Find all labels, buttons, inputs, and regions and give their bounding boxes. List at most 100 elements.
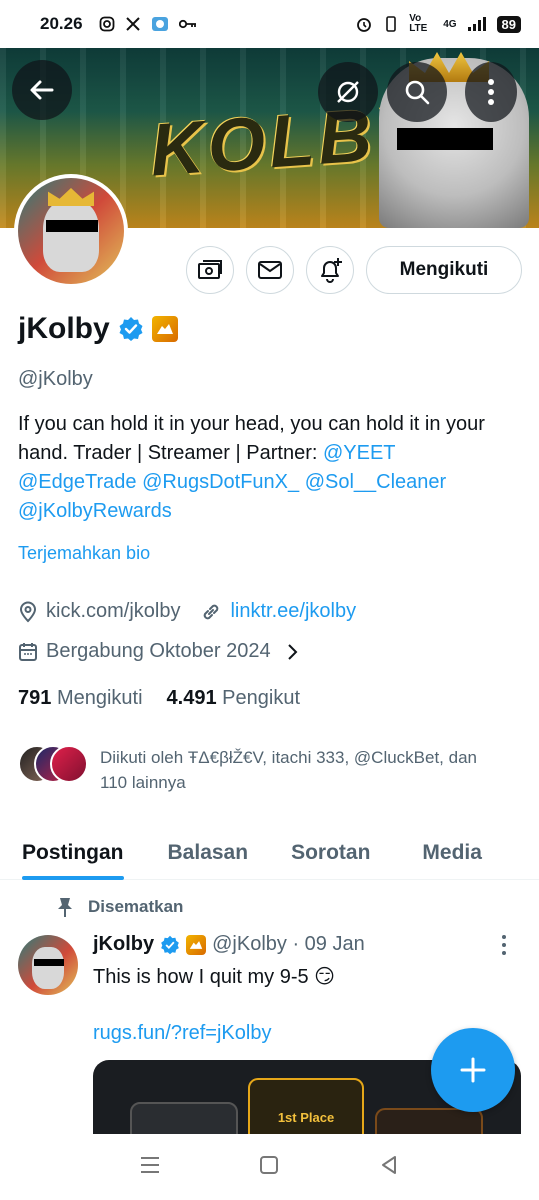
profile-name-row: jKolby bbox=[18, 312, 178, 346]
media-card-left bbox=[130, 1102, 238, 1134]
affiliate-badge-icon bbox=[186, 934, 207, 955]
follower-avatar bbox=[50, 745, 88, 783]
following-button[interactable]: Mengikuti bbox=[366, 246, 522, 294]
post-meta: @jKolby · 09 Jan bbox=[212, 933, 365, 955]
arrow-left-icon bbox=[30, 80, 54, 100]
x-app-icon bbox=[125, 17, 140, 31]
status-system-icons: Vo LTE 4G 89 bbox=[355, 14, 521, 34]
pinned-label: Disematkan bbox=[88, 897, 184, 916]
tab-replies[interactable]: Balasan bbox=[168, 820, 249, 879]
envelope-icon bbox=[258, 261, 282, 279]
network-label: 4G bbox=[443, 18, 457, 30]
compose-post-button[interactable] bbox=[431, 1028, 515, 1112]
profile-links-row: kick.com/jkolby linktr.ee/jkolby bbox=[18, 600, 356, 623]
follow-stats: 791 Mengikuti 4.491 Pengikut bbox=[18, 687, 300, 710]
pinned-indicator: Disematkan bbox=[56, 896, 183, 918]
post-text: This is how I quit my 9-5 😏 bbox=[93, 966, 336, 988]
followers-stat[interactable]: 4.491 Pengikut bbox=[167, 687, 300, 710]
recent-apps-button[interactable] bbox=[139, 1155, 161, 1180]
bio-mention-yeet[interactable]: @YEET bbox=[323, 442, 395, 464]
following-count: 791 bbox=[18, 687, 52, 709]
instagram-icon bbox=[99, 16, 114, 32]
verified-badge-icon[interactable] bbox=[118, 316, 144, 342]
post-avatar-glasses bbox=[34, 959, 64, 966]
grok-button[interactable] bbox=[318, 62, 378, 122]
status-time: 20.26 bbox=[40, 14, 83, 33]
display-name: jKolby bbox=[18, 312, 110, 345]
following-stat[interactable]: 791 Mengikuti bbox=[18, 687, 143, 710]
chevron-right-icon bbox=[287, 643, 298, 660]
vibrate-icon bbox=[386, 16, 396, 32]
avatar-glasses bbox=[46, 220, 98, 232]
followers-count: 4.491 bbox=[166, 687, 217, 709]
subscription-button[interactable] bbox=[186, 246, 234, 294]
square-icon bbox=[260, 1155, 279, 1174]
location-icon bbox=[19, 601, 37, 622]
notifications-button[interactable] bbox=[306, 246, 354, 294]
system-navigation-bar bbox=[0, 1134, 539, 1200]
bio-mention-solcleaner[interactable]: @Sol__Cleaner bbox=[305, 471, 447, 493]
signal-icon bbox=[467, 17, 486, 31]
tab-media[interactable]: Media bbox=[422, 820, 482, 879]
alarm-icon bbox=[357, 18, 372, 32]
volte-label: Vo LTE bbox=[409, 13, 428, 34]
post-link[interactable]: rugs.fun/?ref=jKolby bbox=[93, 1022, 271, 1045]
sunglasses-decoration bbox=[397, 128, 493, 150]
post-author-avatar[interactable] bbox=[18, 935, 78, 995]
media-card-first-place: 1st Place bbox=[248, 1078, 364, 1134]
media-card-right bbox=[375, 1108, 483, 1134]
more-vertical-icon bbox=[502, 935, 506, 955]
triangle-back-icon bbox=[382, 1155, 397, 1174]
profile-handle: @jKolby bbox=[18, 368, 93, 390]
post-author-name[interactable]: jKolby bbox=[93, 933, 154, 956]
followed-by-avatars bbox=[18, 745, 90, 785]
calendar-icon bbox=[19, 642, 37, 661]
tab-highlights[interactable]: Sorotan bbox=[291, 820, 370, 879]
status-notification-icons bbox=[99, 16, 197, 32]
profile-location: kick.com/jkolby bbox=[46, 600, 181, 622]
more-options-button[interactable] bbox=[465, 62, 517, 122]
grok-icon bbox=[337, 81, 359, 103]
profile-tabs: Postingan Balasan Sorotan Media bbox=[0, 820, 539, 880]
status-bar: 20.26 Vo LTE 4G 89 bbox=[0, 0, 539, 48]
verified-badge-icon bbox=[161, 935, 179, 954]
post-more-button[interactable] bbox=[500, 934, 508, 962]
joined-date: Bergabung Oktober 2024 bbox=[46, 640, 271, 662]
followers-label: Pengikut bbox=[222, 687, 301, 709]
avatar-crown bbox=[48, 188, 94, 206]
search-button[interactable] bbox=[387, 62, 447, 122]
profile-bio: If you can hold it in your head, you can… bbox=[18, 410, 518, 526]
more-vertical-icon bbox=[488, 79, 494, 105]
followed-by-text: Diikuti oleh ŦΔ€βłŽ€V, itachi 333, @Cluc… bbox=[100, 748, 477, 792]
plus-icon bbox=[460, 1057, 486, 1083]
battery-level: 89 bbox=[496, 15, 521, 33]
translate-bio-link[interactable]: Terjemahkan bio bbox=[18, 543, 150, 564]
affiliate-badge-icon[interactable] bbox=[151, 316, 178, 342]
menu-lines-icon bbox=[140, 1156, 159, 1173]
key-icon bbox=[178, 19, 196, 29]
message-button[interactable] bbox=[246, 246, 294, 294]
home-button[interactable] bbox=[258, 1154, 280, 1181]
following-label: Mengikuti bbox=[56, 687, 143, 709]
post-avatar-face bbox=[32, 947, 64, 989]
bio-text: If you can hold it in your head, you can… bbox=[18, 413, 485, 464]
link-icon bbox=[204, 604, 219, 619]
pin-icon bbox=[58, 898, 72, 917]
profile-website-link[interactable]: linktr.ee/jkolby bbox=[230, 600, 356, 623]
bio-mention-jkolbyrewards[interactable]: @jKolbyRewards bbox=[18, 500, 172, 522]
money-icon bbox=[198, 260, 222, 279]
weather-icon bbox=[151, 17, 168, 31]
back-nav-button[interactable] bbox=[378, 1154, 400, 1181]
bell-plus-icon bbox=[321, 258, 342, 283]
back-button[interactable] bbox=[12, 60, 72, 120]
avatar-image bbox=[18, 178, 124, 284]
bio-mention-rugsdotfunx[interactable]: @RugsDotFunX_ bbox=[142, 471, 299, 493]
avatar-face bbox=[43, 200, 99, 272]
tab-posts[interactable]: Postingan bbox=[22, 820, 124, 880]
post-header: jKolby @jKolby · 09 Jan bbox=[93, 933, 365, 956]
joined-row[interactable]: Bergabung Oktober 2024 bbox=[18, 640, 299, 663]
bio-mention-edgetrade[interactable]: @EdgeTrade bbox=[18, 471, 137, 493]
profile-avatar[interactable] bbox=[14, 174, 128, 288]
followed-by-row[interactable]: Diikuti oleh ŦΔ€βłŽ€V, itachi 333, @Cluc… bbox=[18, 745, 500, 795]
search-icon bbox=[405, 80, 430, 105]
